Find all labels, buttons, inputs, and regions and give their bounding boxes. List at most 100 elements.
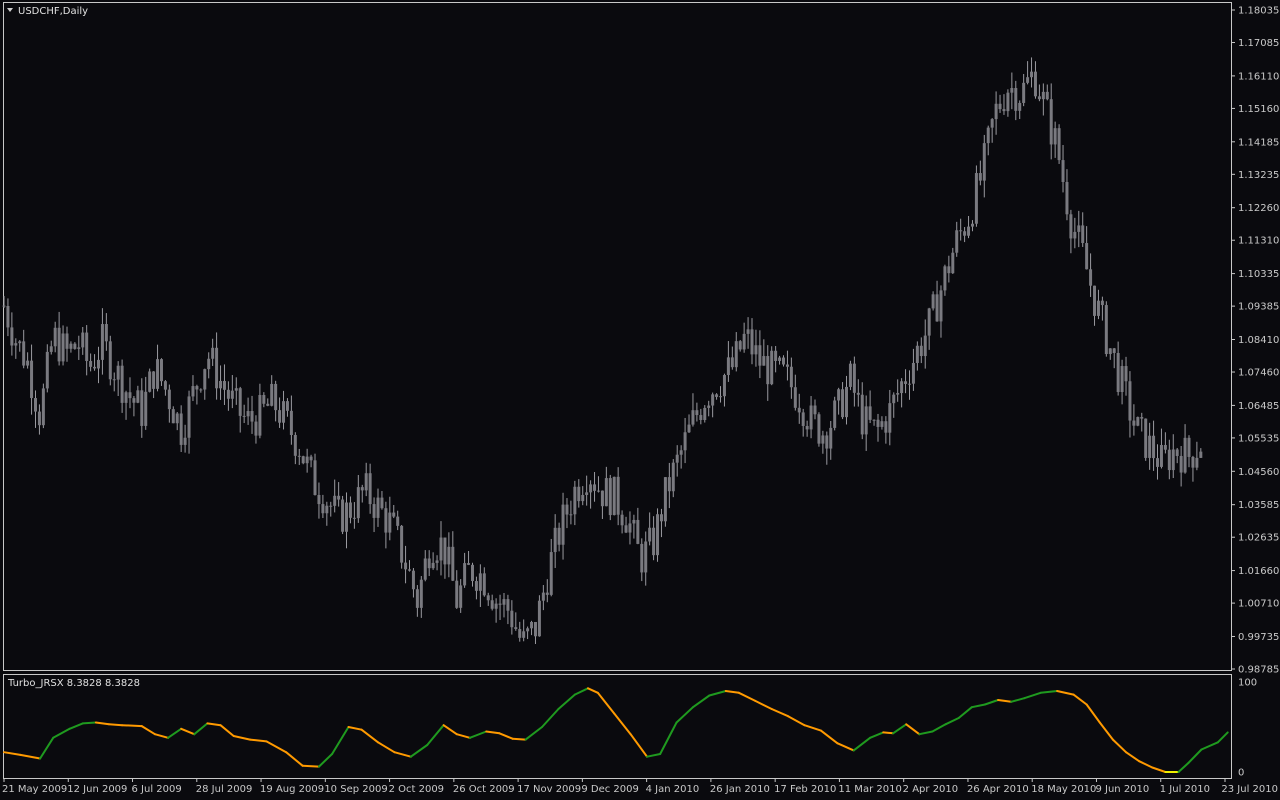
candle-body [400,525,404,563]
candle-body [746,329,750,334]
indicator-segment [232,735,252,741]
candle-body [187,396,191,438]
indicator-segment [265,740,288,754]
candle-body [726,357,730,376]
candle-body [321,504,325,514]
candle-body [41,388,45,426]
candle-body [959,230,963,232]
candle-body [1006,92,1010,112]
candle-body [675,454,679,463]
indicator-segment [167,727,183,739]
candle-body [1002,109,1006,112]
candle-body [1148,435,1152,458]
candle-body [659,514,663,522]
indicator-segment [892,723,908,735]
candle-body [179,413,183,445]
price-tick-label: 1.06485 [1238,401,1279,412]
indicator-segment [81,721,97,725]
candle-body [537,600,541,637]
dropdown-triangle-icon[interactable] [7,8,13,12]
candle-body [81,332,85,348]
candle-body [443,537,447,565]
date-tick-label: 9 Jun 2010 [1095,784,1149,795]
candle-body [1049,99,1053,145]
price-tick-label: 1.18035 [1238,6,1279,17]
candle-body [742,333,746,350]
candle-body [526,628,530,632]
price-tick-label: 1.02635 [1238,533,1279,544]
candle-body [793,387,797,408]
candle-body [49,346,53,352]
date-tick-label: 9 Dec 2009 [581,784,639,795]
candle-body [14,343,18,346]
candle-body [191,386,195,397]
candle-body [132,398,136,403]
candle-body [699,415,703,421]
candle-body [171,409,175,424]
price-tick-label: 0.99735 [1238,632,1279,643]
indicator-segment [803,724,822,732]
candle-body [852,363,856,393]
candle-body [1183,437,1187,473]
candle-body [888,403,892,433]
candle-body [955,230,959,253]
candle-body [148,371,152,392]
candle-body [451,546,455,581]
price-tick-label: 1.09385 [1238,302,1279,313]
candle-body [848,363,852,387]
candle-body [585,492,589,495]
candle-body [1089,269,1093,286]
indicator-segment [944,717,960,726]
candle-body [510,610,514,628]
candle-body [478,573,482,591]
candle-body [297,455,301,457]
candle-body [907,383,911,385]
candle-body [545,592,549,595]
candle-body [754,345,758,355]
price-tick-label: 1.00710 [1238,599,1279,610]
candle-body [573,486,577,515]
candle-body [581,494,585,502]
candle-body [1093,285,1097,316]
candle-body [234,388,238,391]
candle-body [1132,420,1136,426]
candle-body [152,371,156,389]
date-tick-label: 23 Jul 2010 [1221,784,1278,795]
candle-body [360,487,364,491]
candle-body [1010,88,1014,93]
candle-body [1026,77,1030,83]
candle-body [612,476,616,516]
candle-body [376,497,380,518]
candle-body [1124,366,1128,382]
candle-body [498,603,502,605]
candle-body [683,432,687,451]
candle-body [1152,435,1156,459]
candle-body [467,563,471,565]
date-tick-label: 18 May 2010 [1031,784,1096,795]
candle-body [285,401,289,411]
window-title-group[interactable]: USDCHF,Daily [7,6,88,17]
price-tick-label: 1.13235 [1238,170,1279,181]
candle-body [439,537,443,561]
indicator-segment [918,730,934,736]
date-tick-label: 21 May 2009 [2,784,67,795]
indicator-segment [541,708,560,728]
candle-body [136,390,140,403]
indicator-segment [905,723,921,736]
window-title: USDCHF,Daily [18,6,88,17]
candle-body [837,389,841,401]
indicator-segment [1200,741,1219,751]
indicator-tick-label: 0 [1238,768,1244,779]
indicator-segment [347,726,363,731]
candle-body [1030,71,1034,78]
candle-body [652,527,656,556]
candle-body [978,173,982,181]
indicator-segment [1151,766,1167,773]
candle-body [230,390,234,399]
candles [2,57,1203,644]
candle-body [1014,88,1018,111]
candle-body [289,410,293,435]
candle-body [703,407,707,421]
candle-body [1081,225,1085,244]
candle-body [1163,444,1167,450]
